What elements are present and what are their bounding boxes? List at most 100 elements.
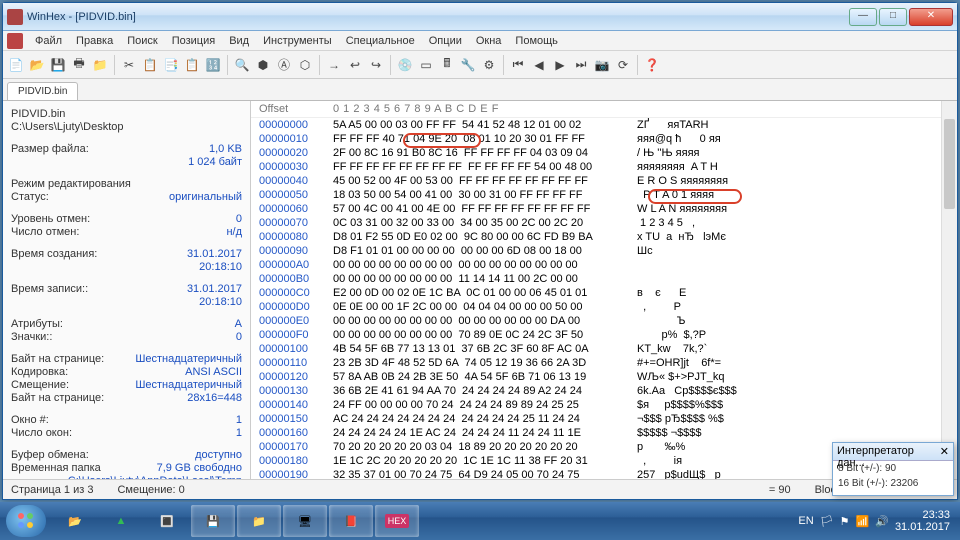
options-icon[interactable]: ⚙	[480, 56, 498, 74]
menu-file[interactable]: Файл	[29, 33, 68, 49]
tray-volume-icon[interactable]: 🔊	[875, 515, 889, 528]
hex-header-cols: 0 1 2 3 4 5 6 7 8 9 A B C D E F	[333, 103, 637, 115]
hex-row[interactable]: 00000150AC 24 24 24 24 24 24 24 24 24 24…	[259, 412, 949, 426]
menu-windows[interactable]: Окна	[470, 33, 508, 49]
tabstrip: PIDVID.bin	[3, 79, 957, 101]
hex-row[interactable]: 00000080D8 01 F2 55 0D E0 02 00 9C 80 00…	[259, 230, 949, 244]
hex-row[interactable]: 000000F000 00 00 00 00 00 00 00 70 89 0E…	[259, 328, 949, 342]
first-icon[interactable]: ⏮	[509, 56, 527, 74]
taskbar-app-4[interactable]: 💾	[191, 505, 235, 537]
hex-row[interactable]: 00000090D8 F1 01 01 00 00 00 00 00 00 00…	[259, 244, 949, 258]
hex-row[interactable]: 000000005A A5 00 00 03 00 FF FF 54 41 52…	[259, 118, 949, 132]
sb-label: Число окон:	[11, 427, 72, 439]
fwd-icon[interactable]: ↪	[367, 56, 385, 74]
sidebar: PIDVID.bin C:\Users\Ljuty\Desktop Размер…	[3, 101, 251, 479]
cut-icon[interactable]: ✂	[120, 56, 138, 74]
close-button[interactable]: ✕	[909, 8, 953, 26]
sb-label: Буфер обмена:	[11, 449, 89, 461]
hex-row[interactable]: 000000202F 00 8C 16 91 B0 8C 16 FF FF FF…	[259, 146, 949, 160]
hex-row[interactable]: 0000013036 6B 2E 41 61 94 AA 70 24 24 24…	[259, 384, 949, 398]
hex-row[interactable]: 00000030FF FF FF FF FF FF FF FF FF FF FF…	[259, 160, 949, 174]
minimize-button[interactable]: —	[849, 8, 877, 26]
menu-special[interactable]: Специальное	[340, 33, 421, 49]
calc-icon[interactable]: 🖩	[438, 56, 456, 74]
folder-icon[interactable]: 📁	[91, 56, 109, 74]
menu-view[interactable]: Вид	[223, 33, 255, 49]
sb-value: ANSI ASCII	[185, 366, 242, 378]
copy-icon[interactable]: 📋	[141, 56, 159, 74]
paste-icon[interactable]: 📑	[162, 56, 180, 74]
interp-close-icon[interactable]: ✕	[940, 445, 949, 458]
menu-position[interactable]: Позиция	[166, 33, 222, 49]
last-icon[interactable]: ⏭	[572, 56, 590, 74]
maximize-button[interactable]: □	[879, 8, 907, 26]
hex-row[interactable]: 000000700C 03 31 00 32 00 33 00 34 00 35…	[259, 216, 949, 230]
prev-icon[interactable]: ◀	[530, 56, 548, 74]
menu-help[interactable]: Помощь	[509, 33, 564, 49]
start-button[interactable]	[6, 505, 46, 537]
taskbar-app-6[interactable]: 🖥	[283, 505, 327, 537]
sb-value: 1	[236, 414, 242, 426]
hex-row[interactable]: 0000012057 8A AB 0B 24 2B 3E 50 4A 54 5F…	[259, 370, 949, 384]
menu-options[interactable]: Опции	[423, 33, 468, 49]
memory-icon[interactable]: ▭	[417, 56, 435, 74]
clipboard-icon[interactable]: 📋	[183, 56, 201, 74]
taskbar-app-5[interactable]: 📁	[237, 505, 281, 537]
tray-lang[interactable]: EN	[798, 515, 813, 527]
hex-row[interactable]: 000000D00E 0E 00 00 1F 2C 00 00 04 04 04…	[259, 300, 949, 314]
new-icon[interactable]: 📄	[7, 56, 25, 74]
find-again-icon[interactable]: ⬡	[296, 56, 314, 74]
next-icon[interactable]: ▶	[551, 56, 569, 74]
hex-row[interactable]: 00000010FF FF FF 40 71 04 9E 20 08 01 10…	[259, 132, 949, 146]
hex-row[interactable]: 0000004045 00 52 00 4F 00 53 00 FF FF FF…	[259, 174, 949, 188]
goto-icon[interactable]: →	[325, 56, 343, 74]
sb-label: Временная папка	[11, 462, 101, 474]
hex-row[interactable]: 000000A000 00 00 00 00 00 00 00 00 00 00…	[259, 258, 949, 272]
open-icon[interactable]: 📂	[28, 56, 46, 74]
find-text-icon[interactable]: Ⓐ	[275, 56, 293, 74]
tray-flag-icon[interactable]: 🏳	[820, 515, 834, 528]
tray-network-icon[interactable]: 📶	[856, 515, 870, 528]
sb-label: Статус:	[11, 191, 49, 203]
help-icon[interactable]: ❓	[643, 56, 661, 74]
taskbar-app-winhex[interactable]: HEX	[375, 505, 419, 537]
tray-clock[interactable]: 23:33 31.01.2017	[895, 509, 950, 533]
refresh-icon[interactable]: ⟳	[614, 56, 632, 74]
sb-label: Кодировка:	[11, 366, 68, 378]
hex-row[interactable]: 0000005018 03 50 00 54 00 41 00 30 00 31…	[259, 188, 949, 202]
hex-header-offset: Offset	[259, 103, 333, 115]
hex-row[interactable]: 0000014024 FF 00 00 00 00 70 24 24 24 24…	[259, 398, 949, 412]
scrollbar-thumb[interactable]	[944, 119, 955, 209]
tab-file[interactable]: PIDVID.bin	[7, 82, 78, 100]
print-icon[interactable]: 🖶	[70, 56, 88, 74]
back-icon[interactable]: ↩	[346, 56, 364, 74]
hex-row[interactable]: 000000C0E2 00 0D 00 02 0E 1C BA 0C 01 00…	[259, 286, 949, 300]
taskbar-app-3[interactable]: 🔳	[145, 505, 189, 537]
disk-icon[interactable]: 💿	[396, 56, 414, 74]
hex-pane[interactable]: Offset 0 1 2 3 4 5 6 7 8 9 A B C D E F 0…	[251, 101, 957, 479]
taskbar-app-1[interactable]: 📂	[53, 505, 97, 537]
hex-row[interactable]: 0000011023 2B 3D 4F 48 52 5D 6A 74 05 12…	[259, 356, 949, 370]
sb-label: Окно #:	[11, 414, 49, 426]
find-icon[interactable]: 🔍	[233, 56, 251, 74]
save-icon[interactable]: 💾	[49, 56, 67, 74]
menu-search[interactable]: Поиск	[121, 33, 163, 49]
taskbar-app-7[interactable]: 📕	[329, 505, 373, 537]
scrollbar[interactable]	[941, 101, 957, 479]
hex-row[interactable]: 000001004B 54 5F 6B 77 13 13 01 37 6B 2C…	[259, 342, 949, 356]
find-hex-icon[interactable]: ⬢	[254, 56, 272, 74]
toolbar: 📄 📂 💾 🖶 📁 ✂ 📋 📑 📋 🔢 🔍 ⬢ Ⓐ ⬡ → ↩ ↪ 💿 ▭ 🖩 …	[3, 51, 957, 79]
hex-row[interactable]: 000000B000 00 00 00 00 00 00 00 11 14 14…	[259, 272, 949, 286]
hex-row[interactable]: 0000016024 24 24 24 24 1E AC 24 24 24 24…	[259, 426, 949, 440]
hex-row[interactable]: 0000006057 00 4C 00 41 00 4E 00 FF FF FF…	[259, 202, 949, 216]
hex-row[interactable]: 000000E000 00 00 00 00 00 00 00 00 00 00…	[259, 314, 949, 328]
menu-edit[interactable]: Правка	[70, 33, 119, 49]
statusbar: Страница 1 из 3 Смещение: 0 = 90 Block: …	[3, 479, 957, 499]
values-icon[interactable]: 🔢	[204, 56, 222, 74]
camera-icon[interactable]: 📷	[593, 56, 611, 74]
interpreter-window[interactable]: Интерпретатор дан...✕ 8 Bit (+/-): 90 16…	[832, 442, 954, 496]
tray-action-center-icon[interactable]: ⚑	[840, 515, 850, 528]
menu-tools[interactable]: Инструменты	[257, 33, 338, 49]
tools-icon[interactable]: 🔧	[459, 56, 477, 74]
taskbar-app-2[interactable]: ▲	[99, 505, 143, 537]
